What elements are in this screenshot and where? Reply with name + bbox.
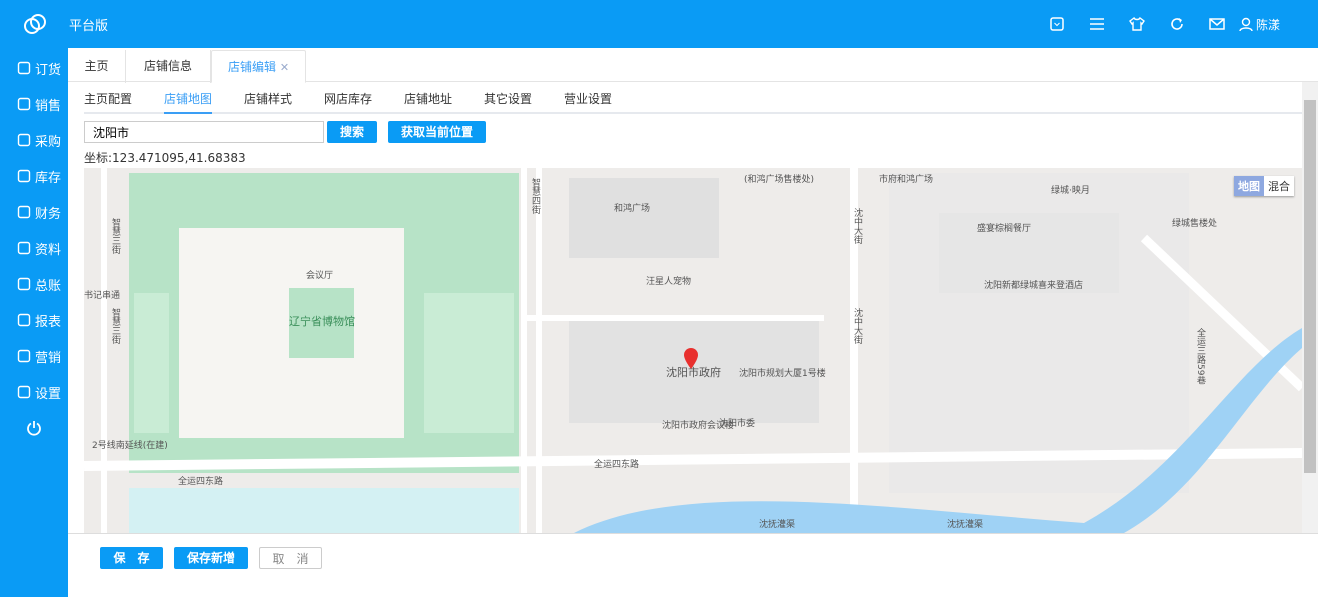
tab-store-info[interactable]: 店铺信息	[126, 50, 211, 83]
tab-home[interactable]: 主页	[68, 50, 126, 83]
wallet-icon	[17, 205, 31, 219]
map-label: 沈阳市规划大厦1号楼	[739, 369, 826, 379]
form-footer: 保 存 保存新增 取 消	[68, 533, 1318, 597]
map-type-map-button[interactable]: 地图	[1234, 176, 1264, 196]
subtab-business-settings[interactable]: 营业设置	[564, 90, 612, 107]
sidebar-item[interactable]: 资料	[0, 230, 68, 266]
sidebar-item-label: 资料	[35, 242, 62, 258]
subtab-store-address[interactable]: 店铺地址	[404, 90, 452, 107]
map-label: 会议厅	[306, 271, 334, 281]
refresh-icon[interactable]	[1157, 0, 1197, 48]
mail-icon[interactable]	[1197, 0, 1237, 48]
scrollbar[interactable]	[1302, 82, 1318, 533]
page-tabs: 主页 店铺信息 店铺编辑 ✕	[68, 48, 1318, 83]
dropdown-box-icon[interactable]	[1037, 0, 1077, 48]
subtab-online-stock[interactable]: 网店库存	[324, 90, 372, 107]
sidebar-item[interactable]: 采购	[0, 122, 68, 158]
user-icon	[17, 97, 31, 111]
search-button[interactable]: 搜索	[327, 121, 377, 143]
sidebar-item-label: 营销	[35, 350, 62, 366]
top-bar: 平台版 陈漾	[0, 0, 1318, 48]
tab-label: 店铺编辑	[227, 60, 276, 74]
chart-icon	[17, 277, 31, 291]
sidebar-item-label: 报表	[35, 314, 62, 330]
user-name: 陈漾	[1255, 17, 1280, 32]
map-label: 2号线南延线(在建)	[92, 441, 168, 451]
scrollbar-thumb[interactable]	[1304, 100, 1316, 473]
sidebar-item-label: 采购	[35, 134, 62, 150]
map-label: 智慧三街	[110, 308, 120, 344]
map-label: 沈阳市委	[719, 419, 756, 429]
menu-icon[interactable]	[1077, 0, 1117, 48]
sidebar-item[interactable]: 库存	[0, 158, 68, 194]
subtab-store-map[interactable]: 店铺地图	[164, 90, 213, 114]
cart-icon	[17, 133, 31, 147]
map-label: 市府和鸿广场	[879, 175, 934, 185]
sidebar-item[interactable]: 总账	[0, 266, 68, 302]
brand-title: 平台版	[69, 19, 109, 34]
save-button[interactable]: 保 存	[100, 547, 163, 569]
power-icon	[27, 421, 41, 436]
power-button[interactable]	[0, 410, 68, 446]
shirt-icon[interactable]	[1117, 0, 1157, 48]
user-menu[interactable]: 陈漾	[1239, 16, 1280, 33]
subtab-other-settings[interactable]: 其它设置	[484, 90, 532, 107]
map-label: 辽宁省博物馆	[289, 315, 355, 328]
sidebar-item[interactable]: 报表	[0, 302, 68, 338]
map-view[interactable]: 辽宁省博物馆 会议厅 和鸿广场 汪星人宠物 沈阳市政府 沈阳市政府会议楼 沈阳市委 沈阳市规划…	[84, 168, 1302, 533]
save-and-new-button[interactable]: 保存新增	[174, 547, 248, 569]
map-label: 智慧三街	[110, 218, 120, 254]
sidebar-item-label: 销售	[35, 98, 62, 114]
sidebar-item[interactable]: 销售	[0, 86, 68, 122]
map-label: 绿城·映月	[1051, 186, 1090, 196]
map-label: 沈中大街	[852, 208, 862, 244]
sidebar-item[interactable]: 设置	[0, 374, 68, 410]
contacts-icon	[17, 241, 31, 255]
map-label: 盛宴棕榈餐厅	[977, 224, 1032, 234]
map-label: 全运三路59巷	[1195, 328, 1205, 385]
map-label: 智慧四街	[530, 178, 540, 214]
map-label: 沈中大街	[852, 308, 862, 344]
map-label: 绿城售楼处	[1172, 219, 1218, 229]
map-label: 沈阳市政府	[666, 366, 721, 379]
box-icon	[17, 169, 31, 183]
close-icon[interactable]: ✕	[280, 61, 289, 74]
map-type-hybrid-button[interactable]: 混合	[1264, 176, 1294, 196]
map-label: 书记串通	[84, 291, 121, 301]
report-icon	[17, 313, 31, 327]
user-icon	[1239, 17, 1253, 31]
sidebar-item[interactable]: 订货	[0, 50, 68, 86]
address-search-input[interactable]	[84, 121, 324, 143]
coordinate-readout: 坐标:123.471095,41.68383	[84, 151, 246, 165]
sidebar-item-label: 财务	[35, 206, 62, 222]
map-label: 全运四东路	[594, 460, 640, 470]
map-label: 沈阳新都绿城喜来登酒店	[984, 281, 1084, 291]
cancel-button[interactable]: 取 消	[259, 547, 322, 569]
sidebar-item-label: 总账	[35, 278, 62, 294]
tab-store-edit[interactable]: 店铺编辑 ✕	[211, 50, 306, 83]
subtab-store-style[interactable]: 店铺样式	[244, 90, 292, 107]
sidebar-item-label: 设置	[35, 386, 62, 402]
sidebar: 订货销售采购库存财务资料总账报表营销设置	[0, 48, 68, 597]
map-label: 全运四东路	[178, 477, 224, 487]
map-label: 沈抚灌渠	[947, 520, 984, 530]
sidebar-item-label: 库存	[35, 170, 62, 186]
get-location-button[interactable]: 获取当前位置	[388, 121, 486, 143]
gear-icon	[17, 385, 31, 399]
subtab-home-config[interactable]: 主页配置	[84, 90, 132, 107]
map-label: (和鸿广场售楼处)	[744, 175, 815, 185]
clipboard-icon	[17, 61, 31, 75]
monitor-icon	[17, 349, 31, 363]
cloud-logo-icon	[24, 14, 46, 34]
map-type-toggle: 地图 混合	[1234, 176, 1294, 196]
map-label: 汪星人宠物	[646, 277, 692, 287]
map-label: 和鸿广场	[614, 204, 651, 214]
sidebar-item[interactable]: 营销	[0, 338, 68, 374]
sidebar-item[interactable]: 财务	[0, 194, 68, 230]
map-label: 沈抚灌渠	[759, 520, 796, 530]
sub-tabs: 主页配置 店铺地图 店铺样式 网店库存 店铺地址 其它设置 营业设置	[84, 82, 1302, 114]
sidebar-item-label: 订货	[35, 62, 62, 78]
